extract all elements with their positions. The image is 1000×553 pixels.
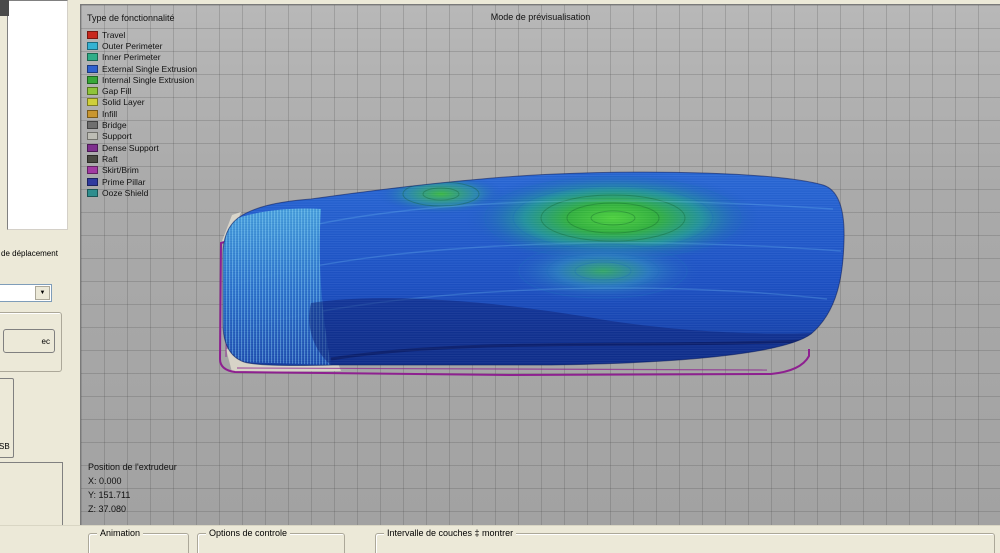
layer-range-group: Intervalle de couches ‡ montrer	[375, 528, 995, 553]
legend-color-swatch	[87, 166, 98, 175]
legend-item: Ooze Shield	[87, 187, 197, 198]
legend-item: External Single Extrusion	[87, 63, 197, 74]
legend-item-label: Outer Perimeter	[102, 40, 163, 51]
window-fragment	[0, 0, 9, 16]
legend-color-swatch	[87, 87, 98, 96]
legend-item-label: Support	[102, 131, 132, 142]
bottom-toolbar: Animation Options de controle Intervalle…	[0, 525, 1000, 553]
legend-item: Dense Support	[87, 142, 197, 153]
legend-title: Type de fonctionnalité	[87, 13, 175, 23]
legend-items: Travel Outer Perimeter Inner Perimeter Exte…	[87, 29, 197, 198]
legend-item-label: Internal Single Extrusion	[102, 74, 195, 85]
legend-item-label: Bridge	[102, 120, 127, 131]
legend-item: Bridge	[87, 119, 197, 130]
preview-viewport[interactable]: Mode de prévisualisation Type de fonctio…	[80, 4, 1000, 526]
legend-color-swatch	[87, 154, 98, 163]
legend-item-label: Inner Perimeter	[102, 52, 161, 63]
extruder-z: Z: 37.080	[88, 504, 127, 514]
legend-color-swatch	[87, 132, 98, 141]
lower-panel	[0, 462, 63, 529]
legend-item-label: Travel	[102, 29, 126, 40]
legend-item: Solid Layer	[87, 97, 197, 108]
legend-item-label: Ooze Shield	[102, 187, 149, 198]
legend-color-swatch	[87, 41, 98, 50]
legend-item: Inner Perimeter	[87, 52, 197, 63]
legend-item-label: Infill	[102, 108, 118, 119]
legend-item-label: Skirt/Brim	[102, 165, 139, 176]
legend-item-label: Raft	[102, 153, 118, 164]
legend-color-swatch	[87, 143, 98, 152]
legend-item: Internal Single Extrusion	[87, 74, 197, 85]
extruder-y: Y: 151.711	[88, 490, 131, 500]
extruder-position: Position de l'extrudeur X: 0.000 Y: 151.…	[88, 460, 177, 516]
model-body	[223, 172, 845, 366]
feature-legend: Type de fonctionnalité Travel Outer Perim…	[87, 13, 197, 198]
layer-range-group-title: Intervalle de couches ‡ montrer	[384, 528, 517, 539]
gcode-model[interactable]	[211, 163, 851, 383]
legend-item-label: External Single Extrusion	[102, 63, 197, 74]
legend-item: Travel	[87, 29, 197, 40]
legend-color-swatch	[87, 64, 98, 73]
controls-group-title: Options de controle	[206, 528, 291, 539]
legend-color-swatch	[87, 98, 98, 107]
legend-item-label: Solid Layer	[102, 97, 145, 108]
process-list[interactable]	[7, 0, 68, 230]
left-panel: de déplacement ▼ ec SB	[0, 0, 80, 529]
legend-item: Support	[87, 131, 197, 142]
chevron-down-icon[interactable]: ▼	[35, 286, 50, 300]
legend-item-label: Dense Support	[102, 142, 159, 153]
usb-button[interactable]: SB	[0, 378, 14, 458]
controls-group: Options de controle	[197, 528, 345, 553]
legend-color-swatch	[87, 75, 98, 84]
legend-color-swatch	[87, 53, 98, 62]
legend-item: Infill	[87, 108, 197, 119]
legend-item: Gap Fill	[87, 85, 197, 96]
animation-group-title: Animation	[97, 528, 144, 539]
legend-item: Outer Perimeter	[87, 40, 197, 51]
legend-item-label: Gap Fill	[102, 86, 132, 97]
legend-color-swatch	[87, 177, 98, 186]
sidebar-groupbox: ec	[0, 312, 62, 372]
extruder-x: X: 0.000	[88, 476, 122, 486]
legend-color-swatch	[87, 188, 98, 197]
speed-dropdown[interactable]: ▼	[0, 284, 52, 302]
legend-item: Raft	[87, 153, 197, 164]
legend-color-swatch	[87, 121, 98, 130]
legend-item-label: Prime Pillar	[102, 176, 146, 187]
preview-mode-label: Mode de prévisualisation	[490, 12, 591, 22]
legend-color-swatch	[87, 109, 98, 118]
extruder-position-title: Position de l'extrudeur	[88, 462, 177, 472]
legend-item: Skirt/Brim	[87, 165, 197, 176]
legend-color-swatch	[87, 30, 98, 39]
legend-item: Prime Pillar	[87, 176, 197, 187]
avec-button[interactable]: ec	[3, 329, 55, 353]
animation-group: Animation	[88, 528, 189, 553]
speed-label: de déplacement	[1, 249, 58, 258]
